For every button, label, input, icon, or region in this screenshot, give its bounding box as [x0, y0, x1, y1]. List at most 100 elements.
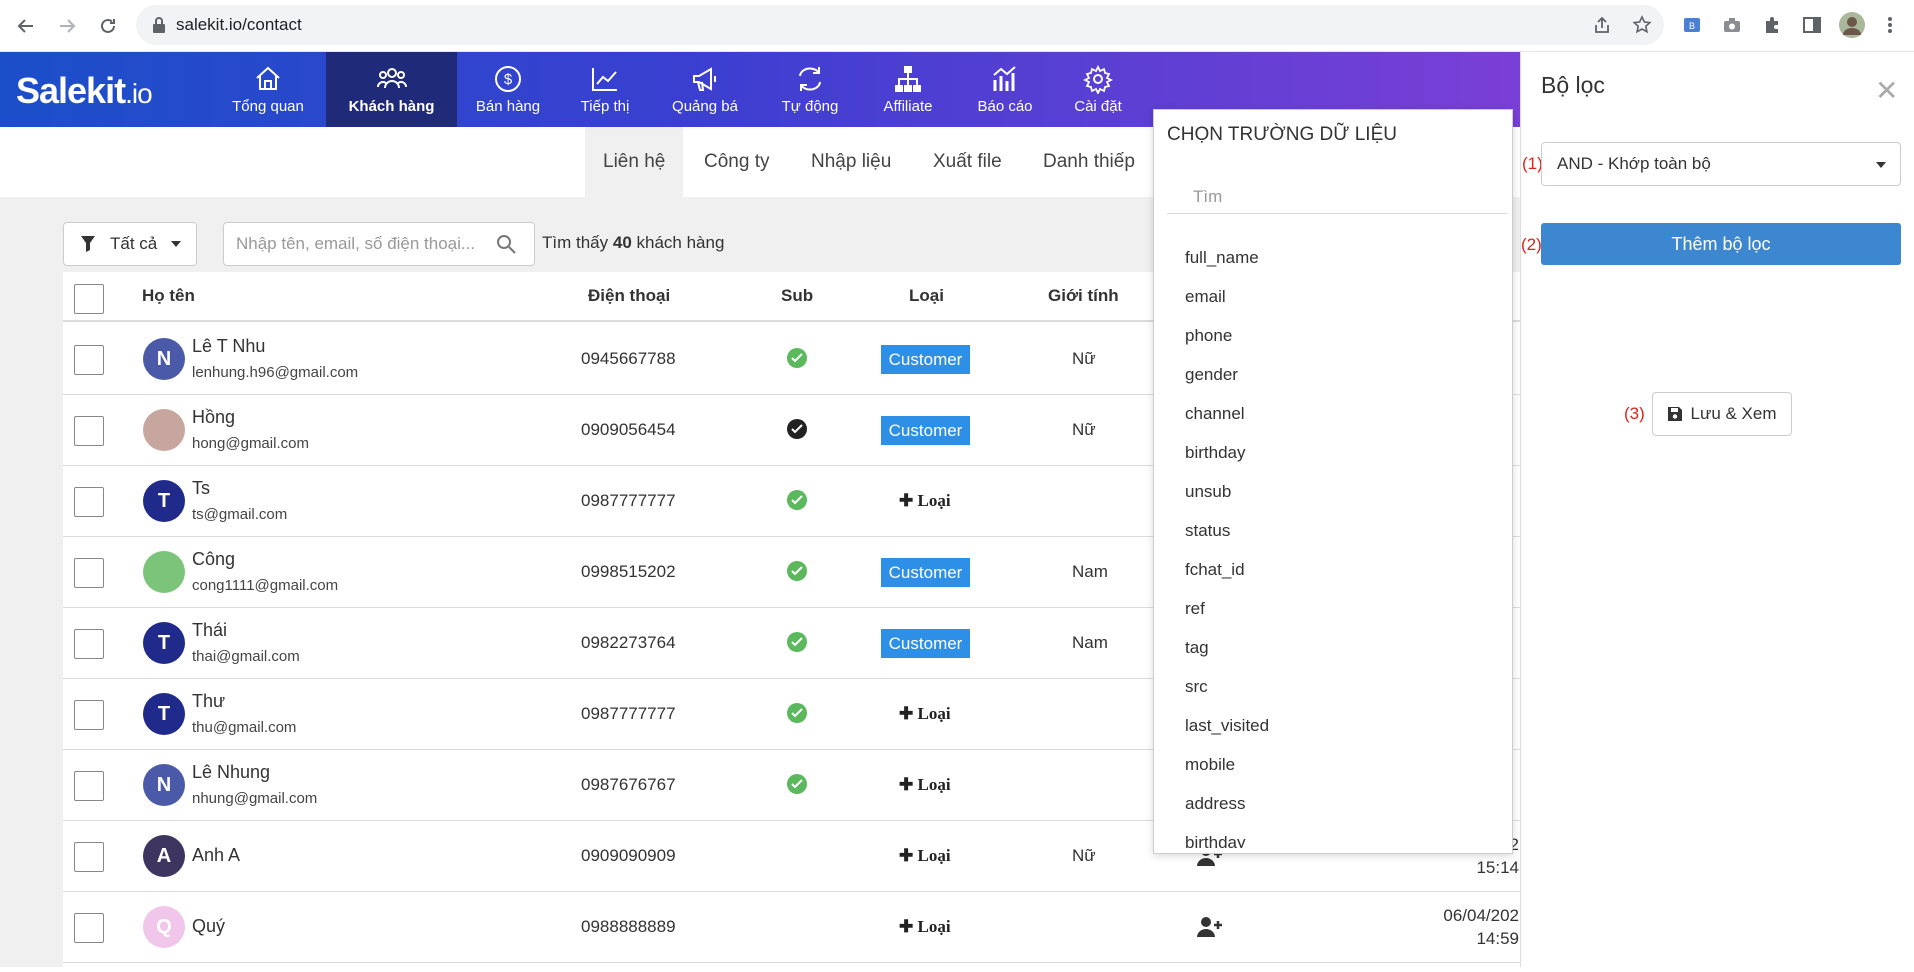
contact-email: thu@gmail.com	[192, 719, 297, 736]
row-checkbox[interactable]	[74, 700, 104, 730]
contact-gender: Nữ	[1072, 420, 1096, 439]
table-row[interactable]: Q Quý 0988888889 ✚ Loại 06/04/202 14:59	[63, 892, 1520, 963]
menu-tu-dong[interactable]: Tự động	[770, 52, 850, 127]
add-type-button[interactable]: ✚ Loại	[899, 917, 951, 937]
add-type-button[interactable]: ✚ Loại	[899, 704, 951, 724]
select-all-checkbox[interactable]	[74, 284, 104, 314]
field-list[interactable]: full_name email phone gender channel birthday…	[1154, 238, 1510, 848]
header-sub[interactable]: Sub	[781, 286, 813, 306]
subtab-cong-ty[interactable]: Công ty	[686, 127, 787, 197]
field-option[interactable]: gender	[1154, 355, 1510, 394]
field-option[interactable]: birthday	[1154, 433, 1510, 472]
field-search-input[interactable]	[1167, 180, 1507, 214]
save-and-view-button[interactable]: Lưu & Xem	[1652, 392, 1792, 436]
extension-translate-icon[interactable]: B	[1679, 12, 1705, 38]
match-mode-select[interactable]: AND - Khớp toàn bộ	[1541, 142, 1901, 186]
contact-name[interactable]: Thư	[192, 691, 225, 712]
reload-icon[interactable]	[94, 12, 122, 40]
contact-name[interactable]: Hồng	[192, 407, 235, 428]
avatar: N	[143, 764, 185, 806]
chart-icon	[993, 66, 1016, 91]
type-badge[interactable]: Customer	[881, 558, 970, 587]
field-option[interactable]: address	[1154, 784, 1510, 823]
field-option[interactable]: mobile	[1154, 745, 1510, 784]
contact-gender: Nữ	[1072, 349, 1096, 368]
lock-icon	[153, 17, 165, 33]
contact-name[interactable]: Lê T Nhu	[192, 336, 265, 357]
header-name[interactable]: Họ tên	[142, 286, 195, 306]
add-type-button[interactable]: ✚ Loại	[899, 491, 951, 511]
row-checkbox[interactable]	[74, 558, 104, 588]
menu-khach-hang[interactable]: Khách hàng	[326, 52, 457, 127]
subscribed-check-icon	[787, 348, 807, 368]
contact-name[interactable]: Công	[192, 549, 235, 570]
bookmark-star-icon[interactable]	[1629, 12, 1655, 38]
contact-email: lenhung.h96@gmail.com	[192, 364, 359, 381]
row-checkbox[interactable]	[74, 842, 104, 872]
menu-tong-quan[interactable]: Tổng quan	[218, 52, 318, 127]
salekit-logo[interactable]: Salekit.io	[16, 70, 153, 112]
field-option[interactable]: src	[1154, 667, 1510, 706]
row-checkbox[interactable]	[74, 629, 104, 659]
marker-2: (2)	[1521, 235, 1542, 254]
forward-icon[interactable]	[53, 12, 81, 40]
field-option[interactable]: last_visited	[1154, 706, 1510, 745]
row-checkbox[interactable]	[74, 771, 104, 801]
contact-name[interactable]: Quý	[192, 916, 225, 937]
type-badge[interactable]: Customer	[881, 345, 970, 374]
extensions-puzzle-icon[interactable]	[1759, 12, 1785, 38]
add-type-button[interactable]: ✚ Loại	[899, 775, 951, 795]
add-type-button[interactable]: ✚ Loại	[899, 846, 951, 866]
row-checkbox[interactable]	[74, 345, 104, 375]
field-option[interactable]: ref	[1154, 589, 1510, 628]
add-user-icon[interactable]	[1197, 916, 1223, 938]
type-badge[interactable]: Customer	[881, 416, 970, 445]
results-count: Tìm thấy 40 khách hàng	[542, 233, 725, 252]
field-option[interactable]: phone	[1154, 316, 1510, 355]
subtab-danh-thiep[interactable]: Danh thiếp	[1025, 127, 1153, 197]
subtab-lien-he[interactable]: Liên hệ	[585, 127, 684, 197]
side-panel-icon[interactable]	[1799, 12, 1825, 38]
field-option[interactable]: status	[1154, 511, 1510, 550]
row-checkbox[interactable]	[74, 487, 104, 517]
row-checkbox[interactable]	[74, 913, 104, 943]
address-bar[interactable]: salekit.io/contact	[136, 5, 1664, 45]
header-phone[interactable]: Điện thoại	[588, 286, 670, 306]
close-icon[interactable]: ✕	[1875, 77, 1901, 105]
back-icon[interactable]	[12, 12, 40, 40]
row-checkbox[interactable]	[74, 416, 104, 446]
add-filter-button[interactable]: Thêm bộ lọc	[1541, 223, 1901, 265]
field-option[interactable]: birthday	[1154, 823, 1510, 848]
browser-menu-icon[interactable]	[1877, 12, 1903, 38]
type-badge[interactable]: Customer	[881, 629, 970, 658]
search-icon[interactable]	[496, 234, 516, 254]
menu-affiliate[interactable]: Affiliate	[868, 52, 948, 127]
menu-ban-hang[interactable]: $ Bán hàng	[468, 52, 548, 127]
share-icon[interactable]	[1589, 12, 1615, 38]
field-option[interactable]: fchat_id	[1154, 550, 1510, 589]
contact-phone: 0988888889	[581, 917, 676, 936]
contact-search-input[interactable]	[236, 234, 496, 254]
camera-icon[interactable]	[1719, 12, 1745, 38]
field-option[interactable]: tag	[1154, 628, 1510, 667]
contact-name[interactable]: Ts	[192, 478, 210, 499]
field-option[interactable]: channel	[1154, 394, 1510, 433]
contact-phone: 0909056454	[581, 420, 676, 439]
menu-bao-cao[interactable]: Báo cáo	[965, 52, 1045, 127]
contact-name[interactable]: Lê Nhung	[192, 762, 270, 783]
menu-cai-dat[interactable]: Cài đặt	[1058, 52, 1138, 127]
profile-avatar-icon[interactable]	[1839, 12, 1865, 38]
menu-quang-ba[interactable]: Quảng bá	[665, 52, 745, 127]
segment-filter-dropdown[interactable]: Tất cả	[63, 222, 197, 266]
contact-name[interactable]: Anh A	[192, 845, 240, 866]
header-gender[interactable]: Giới tính	[1048, 286, 1119, 306]
contact-name[interactable]: Thái	[192, 620, 227, 641]
field-option[interactable]: unsub	[1154, 472, 1510, 511]
app-main: Salekit.io Tổng quan Khách hàng $ Bán hà…	[0, 52, 1520, 972]
menu-tiep-thi[interactable]: Tiếp thị	[565, 52, 645, 127]
subtab-nhap-lieu[interactable]: Nhập liệu	[793, 127, 909, 197]
field-option[interactable]: email	[1154, 277, 1510, 316]
field-option[interactable]: full_name	[1154, 238, 1510, 277]
subtab-xuat-file[interactable]: Xuất file	[915, 127, 1020, 197]
header-type[interactable]: Loại	[909, 286, 944, 306]
